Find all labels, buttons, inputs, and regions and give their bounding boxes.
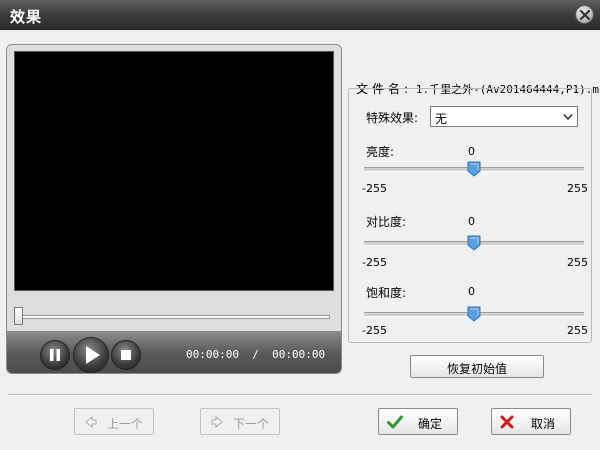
seek-bar[interactable]	[16, 315, 330, 319]
reset-button[interactable]: 恢复初始值	[410, 355, 544, 378]
time-display: 00:00:00 / 00:00:00	[186, 348, 325, 361]
footer-separator	[8, 394, 592, 396]
previous-button-label: 上一个	[107, 417, 144, 431]
pause-button[interactable]	[40, 340, 70, 370]
time-total: 00:00:00	[272, 348, 326, 361]
next-button-label: 下一个	[233, 417, 270, 431]
close-icon	[579, 9, 591, 21]
arrow-left-icon	[85, 416, 97, 428]
stop-icon	[121, 350, 131, 360]
saturation-label: 饱和度:	[366, 286, 407, 300]
close-button[interactable]	[575, 5, 594, 24]
special-effect-label: 特殊效果:	[366, 111, 419, 125]
contrast-slider-thumb[interactable]	[467, 235, 481, 251]
pause-icon	[50, 349, 60, 361]
previous-button[interactable]: 上一个	[74, 408, 154, 435]
time-current: 00:00:00	[186, 348, 239, 361]
time-separator: /	[252, 348, 259, 361]
brightness-value: 0	[468, 145, 475, 158]
next-button[interactable]: 下一个	[200, 408, 280, 435]
chevron-down-icon	[563, 114, 573, 121]
saturation-max: 255	[567, 324, 588, 337]
brightness-max: 255	[567, 182, 588, 195]
saturation-value: 0	[468, 285, 475, 298]
cancel-x-icon	[500, 415, 514, 429]
arrow-right-icon	[211, 416, 223, 428]
ok-button[interactable]: 确定	[378, 408, 458, 435]
play-button[interactable]	[73, 337, 109, 373]
video-player: 00:00:00 / 00:00:00	[6, 44, 342, 374]
title-bar: 效果	[0, 0, 600, 30]
checkmark-icon	[387, 415, 403, 429]
special-effect-value: 无	[435, 112, 448, 126]
video-preview	[14, 51, 334, 291]
cancel-button[interactable]: 取消	[491, 408, 571, 435]
cancel-button-label: 取消	[531, 417, 556, 431]
window-title: 效果	[10, 8, 43, 26]
contrast-max: 255	[567, 256, 588, 269]
stop-button[interactable]	[111, 340, 141, 370]
contrast-min: -255	[362, 256, 387, 269]
special-effect-select[interactable]: 无	[430, 106, 578, 127]
contrast-value: 0	[468, 215, 475, 228]
reset-button-label: 恢复初始值	[446, 362, 507, 376]
ok-button-label: 确定	[418, 417, 443, 431]
saturation-slider-thumb[interactable]	[467, 306, 481, 322]
saturation-min: -255	[362, 324, 387, 337]
seek-thumb[interactable]	[14, 307, 23, 325]
brightness-label: 亮度:	[366, 145, 395, 159]
play-icon	[86, 346, 100, 364]
brightness-min: -255	[362, 182, 387, 195]
contrast-label: 对比度:	[366, 215, 407, 229]
player-controls: 00:00:00 / 00:00:00	[7, 331, 341, 373]
brightness-slider-thumb[interactable]	[467, 161, 481, 177]
